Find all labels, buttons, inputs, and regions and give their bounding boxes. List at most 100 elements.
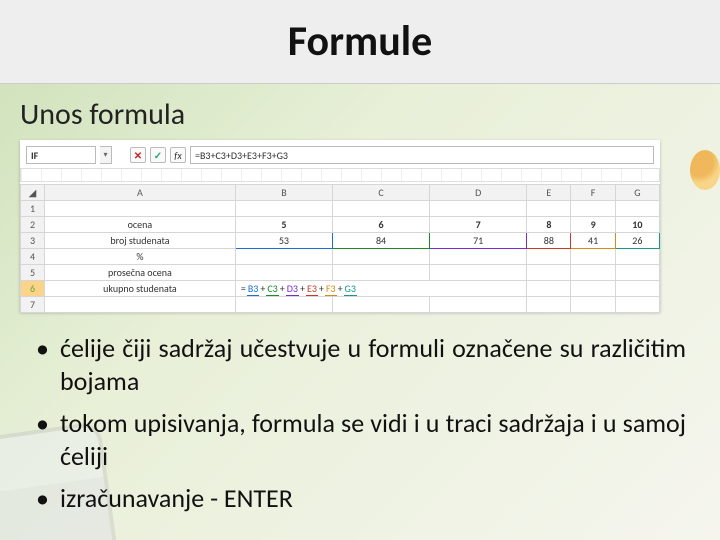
col-header-a[interactable]: A	[45, 185, 236, 201]
cell[interactable]	[430, 265, 527, 281]
cell[interactable]	[615, 297, 659, 313]
col-header-f[interactable]: F	[571, 185, 615, 201]
cell[interactable]	[430, 249, 527, 265]
cell[interactable]	[332, 265, 429, 281]
cell[interactable]: prosečna ocena	[45, 265, 236, 281]
formula-part: C3	[266, 282, 278, 296]
cell[interactable]	[615, 265, 659, 281]
formula-part: +	[337, 282, 344, 295]
cell[interactable]	[332, 297, 429, 313]
cell[interactable]	[615, 249, 659, 265]
table-row: 4 %	[21, 249, 660, 265]
spreadsheet-grid: ◢ A B C D E F G 1 2 ocena 5 6	[20, 184, 660, 312]
cell[interactable]	[615, 201, 659, 217]
row-header-4[interactable]: 4	[21, 249, 45, 265]
bullet-list: ćelije čiji sadržaj učestvuje u formuli …	[34, 332, 686, 525]
cell[interactable]	[235, 201, 332, 217]
cell[interactable]	[235, 297, 332, 313]
row-header-3[interactable]: 3	[21, 233, 45, 249]
row-header-2[interactable]: 2	[21, 217, 45, 233]
row-header-6[interactable]: 6	[21, 281, 45, 297]
bullet-item: tokom upisivanja, formula se vidi i u tr…	[34, 407, 686, 472]
cell[interactable]: 7	[430, 217, 527, 233]
cell[interactable]: 41	[571, 233, 615, 249]
table-row: 7	[21, 297, 660, 313]
col-header-c[interactable]: C	[332, 185, 429, 201]
cell[interactable]: broj studenata	[45, 233, 236, 249]
cell[interactable]: 26	[615, 233, 659, 249]
cell[interactable]	[430, 201, 527, 217]
cell[interactable]	[45, 297, 236, 313]
row-header-7[interactable]: 7	[21, 297, 45, 313]
name-box[interactable]: IF	[26, 146, 96, 164]
col-header-d[interactable]: D	[430, 185, 527, 201]
formula-part: B3	[247, 282, 260, 296]
cell[interactable]: 88	[527, 233, 571, 249]
row-header-5[interactable]: 5	[21, 265, 45, 281]
cell[interactable]	[430, 297, 527, 313]
cell[interactable]	[332, 201, 429, 217]
cell[interactable]	[571, 281, 615, 297]
cell[interactable]	[571, 249, 615, 265]
formula-bar-input[interactable]: =B3+C3+D3+E3+F3+G3	[190, 146, 654, 164]
ruler	[20, 168, 660, 182]
cell[interactable]	[615, 281, 659, 297]
bullet-item: izračunavanje - ENTER	[34, 482, 686, 515]
formula-part: E3	[306, 282, 318, 296]
col-header-b[interactable]: B	[235, 185, 332, 201]
formula-part: F3	[325, 282, 337, 296]
cell[interactable]	[527, 281, 571, 297]
cell[interactable]	[527, 249, 571, 265]
cell[interactable]: 8	[527, 217, 571, 233]
table-row: 1	[21, 201, 660, 217]
cell[interactable]	[571, 201, 615, 217]
decorative-blob	[690, 150, 720, 190]
col-header-g[interactable]: G	[615, 185, 659, 201]
cell[interactable]: ukupno studenata	[45, 281, 236, 297]
enter-formula-icon[interactable]: ✓	[150, 147, 166, 163]
name-box-dropdown-icon[interactable]: ▾	[100, 146, 112, 164]
formula-part: D3	[286, 282, 299, 296]
table-row: 5 prosečna ocena	[21, 265, 660, 281]
cell[interactable]	[527, 265, 571, 281]
cell[interactable]	[235, 249, 332, 265]
cell[interactable]	[332, 249, 429, 265]
formula-part: +	[259, 282, 266, 295]
column-header-row: ◢ A B C D E F G	[21, 185, 660, 201]
title-bar: Formule	[0, 0, 720, 84]
cell[interactable]	[571, 297, 615, 313]
cell[interactable]: 53	[235, 233, 332, 249]
cell[interactable]	[571, 265, 615, 281]
slide-title: Formule	[288, 16, 432, 67]
formula-bar-row: IF ▾ ✕ ✓ fx =B3+C3+D3+E3+F3+G3	[20, 144, 660, 166]
table-row: 2 ocena 5 6 7 8 9 10	[21, 217, 660, 233]
bullet-item: ćelije čiji sadržaj učestvuje u formuli …	[34, 332, 686, 397]
cell[interactable]: 6	[332, 217, 429, 233]
cell[interactable]	[235, 265, 332, 281]
cell[interactable]: 10	[615, 217, 659, 233]
formula-part: =	[240, 282, 247, 295]
col-header-e[interactable]: E	[527, 185, 571, 201]
cell[interactable]	[527, 201, 571, 217]
formula-part: G3	[344, 282, 357, 296]
section-heading: Unos formula	[20, 96, 185, 133]
cell[interactable]: 9	[571, 217, 615, 233]
cell[interactable]: ocena	[45, 217, 236, 233]
table-row: 3 broj studenata 53 84 71 88 41 26	[21, 233, 660, 249]
cell[interactable]	[45, 201, 236, 217]
formula-part: +	[279, 282, 286, 295]
cell[interactable]	[527, 297, 571, 313]
select-all-corner[interactable]: ◢	[21, 185, 45, 201]
cell[interactable]: 71	[430, 233, 527, 249]
row-header-1[interactable]: 1	[21, 201, 45, 217]
cancel-formula-icon[interactable]: ✕	[130, 147, 146, 163]
formula-part: +	[318, 282, 325, 295]
cell[interactable]: %	[45, 249, 236, 265]
cell[interactable]: 5	[235, 217, 332, 233]
excel-screenshot: IF ▾ ✕ ✓ fx =B3+C3+D3+E3+F3+G3 ◢ A B C D…	[20, 140, 660, 312]
sheet-table: ◢ A B C D E F G 1 2 ocena 5 6	[20, 184, 660, 313]
cell[interactable]: 84	[332, 233, 429, 249]
formula-part: +	[299, 282, 306, 295]
active-cell-formula[interactable]: =B3+C3+D3+E3+F3+G3	[235, 281, 526, 297]
fx-icon[interactable]: fx	[170, 147, 186, 163]
